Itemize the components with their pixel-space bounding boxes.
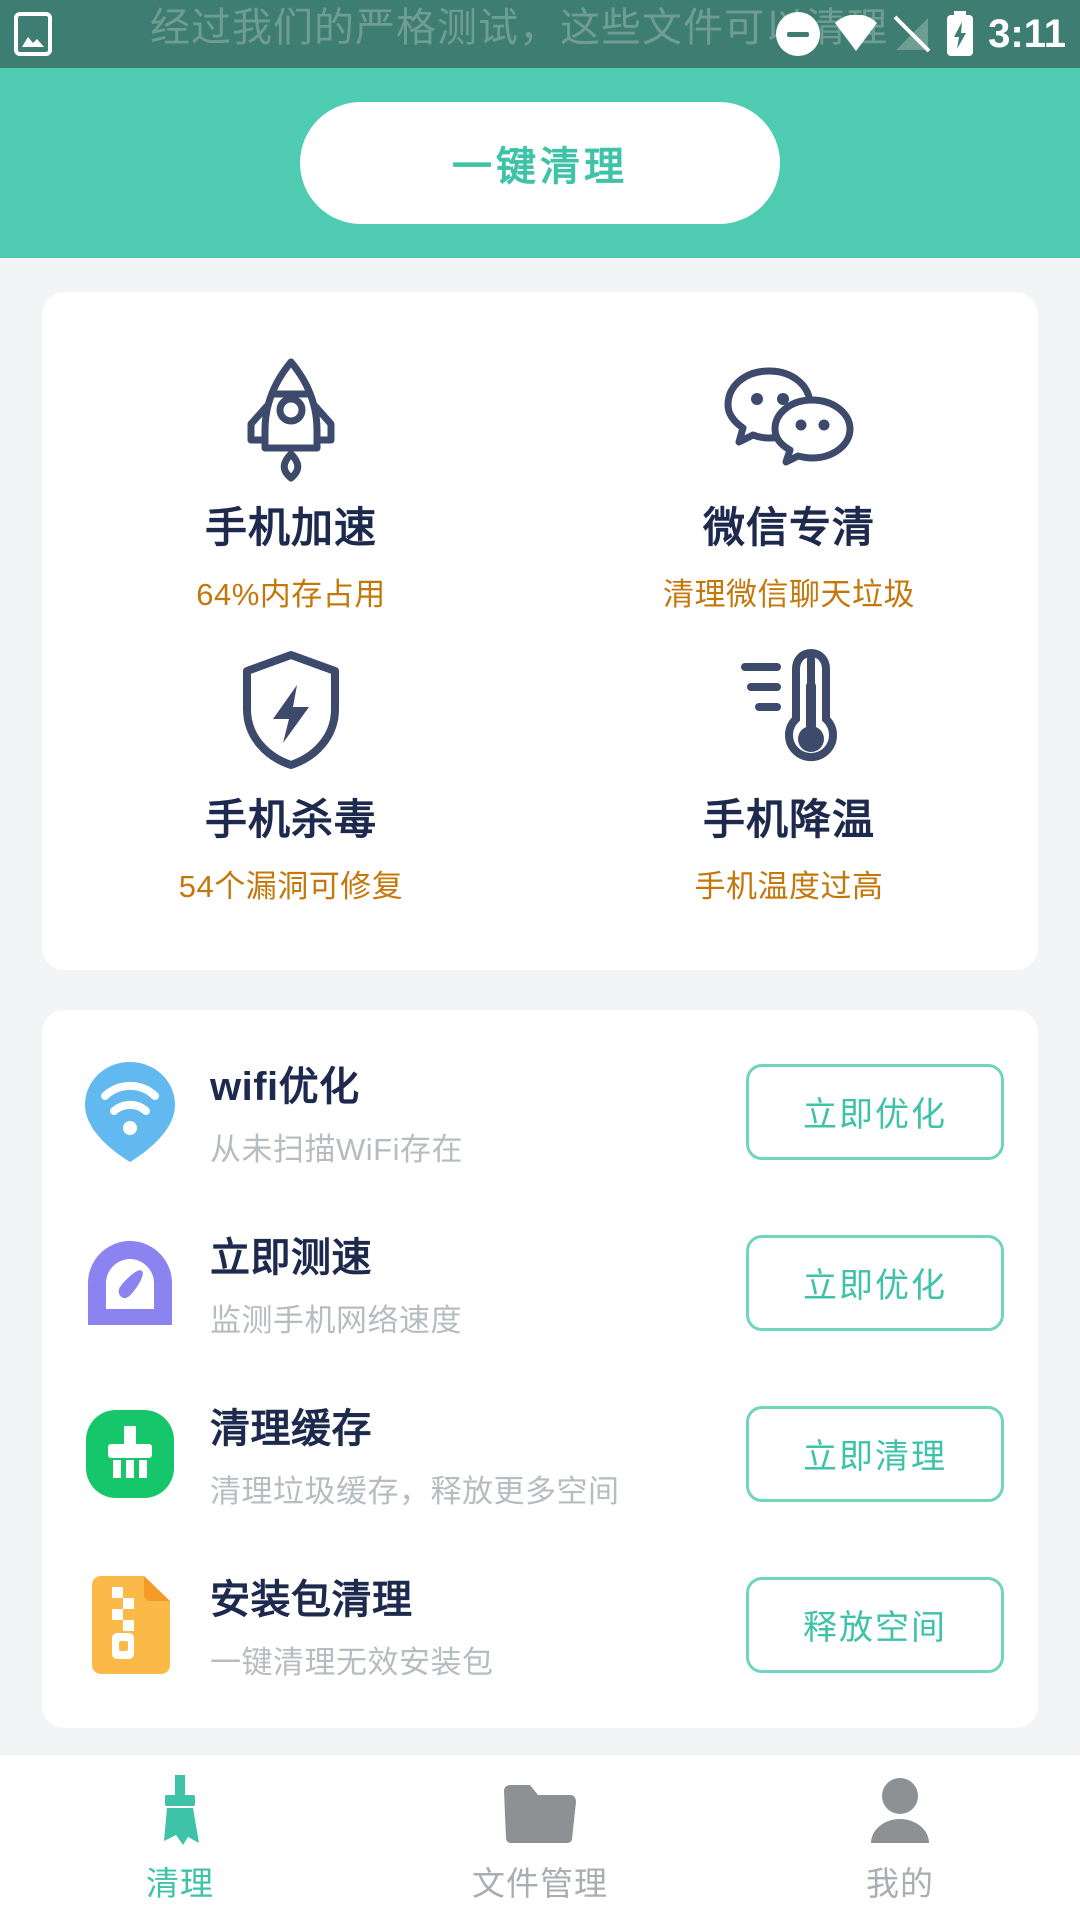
list-item-subtitle: 从未扫描WiFi存在 [210, 1132, 463, 1167]
signal-icon [893, 15, 931, 53]
rocket-icon [237, 354, 345, 482]
wifi-icon [835, 15, 878, 51]
feature-title: 手机杀毒 [204, 796, 377, 843]
wifi-pin-icon [76, 1058, 184, 1166]
feature-subtitle: 54个漏洞可修复 [178, 869, 404, 904]
feature-subtitle: 清理微信聊天垃圾 [663, 577, 915, 612]
list-item[interactable]: 清理缓存 清理垃圾缓存，释放更多空间 立即清理 [42, 1368, 1038, 1539]
nav-item-clean[interactable]: 清理 [0, 1771, 360, 1905]
feature-subtitle: 64%内存占用 [196, 577, 386, 612]
list-item-action-button[interactable]: 立即清理 [746, 1405, 1004, 1502]
list-item-text: 立即测速 监测手机网络速度 [184, 1225, 746, 1340]
status-bar-left [14, 12, 52, 56]
battery-charging-icon [947, 11, 974, 56]
do-not-disturb-icon [776, 12, 821, 56]
person-icon [869, 1771, 931, 1845]
list-item-subtitle: 一键清理无效安装包 [210, 1645, 494, 1680]
list-item[interactable]: 立即测速 监测手机网络速度 立即优化 [42, 1197, 1038, 1368]
list-item-subtitle: 监测手机网络速度 [210, 1303, 462, 1338]
broom-green-icon [76, 1400, 184, 1508]
broom-icon [150, 1771, 210, 1845]
list-item-subtitle: 清理垃圾缓存，释放更多空间 [210, 1474, 620, 1509]
feature-wechat-clean[interactable]: 微信专清 清理微信聊天垃圾 [540, 332, 1038, 624]
list-item-title: 立即测速 [210, 1236, 372, 1280]
feature-subtitle: 手机温度过高 [694, 869, 884, 904]
one-key-clean-button[interactable]: 一键清理 [300, 102, 780, 224]
status-bar: 经过我们的严格测试，这些文件可以清理 3:11 [0, 0, 1080, 68]
list-item-action-button[interactable]: 释放空间 [746, 1576, 1004, 1673]
feature-title: 微信专清 [702, 504, 875, 551]
list-item-text: wifi优化 从未扫描WiFi存在 [184, 1054, 746, 1169]
folder-icon [502, 1771, 578, 1845]
list-item-text: 安装包清理 一键清理无效安装包 [184, 1567, 746, 1682]
nav-item-label: 清理 [146, 1864, 214, 1902]
feature-title: 手机加速 [204, 504, 377, 551]
nav-item-label: 文件管理 [472, 1864, 608, 1902]
list-item[interactable]: wifi优化 从未扫描WiFi存在 立即优化 [42, 1026, 1038, 1197]
status-bar-right: 3:11 [776, 11, 1066, 57]
list-item-title: wifi优化 [210, 1065, 360, 1109]
feature-antivirus[interactable]: 手机杀毒 54个漏洞可修复 [42, 624, 540, 916]
list-item-title: 安装包清理 [210, 1578, 413, 1622]
nav-item-label: 我的 [866, 1864, 934, 1902]
speedometer-icon [76, 1229, 184, 1337]
feature-grid: 手机加速 64%内存占用 微信专清 清理微信聊天垃圾 手机杀毒 54个漏洞可修复… [42, 332, 1038, 916]
header-bar: 一键清理 [0, 68, 1080, 258]
list-item-title: 清理缓存 [210, 1407, 372, 1451]
list-item-text: 清理缓存 清理垃圾缓存，释放更多空间 [184, 1396, 746, 1511]
tools-list-card: wifi优化 从未扫描WiFi存在 立即优化 立即测速 监测手机网络速度 立即优… [42, 1010, 1038, 1728]
feature-cooldown[interactable]: 手机降温 手机温度过高 [540, 624, 1038, 916]
image-icon [14, 12, 52, 56]
feature-grid-card: 手机加速 64%内存占用 微信专清 清理微信聊天垃圾 手机杀毒 54个漏洞可修复… [42, 292, 1038, 970]
nav-item-file-manager[interactable]: 文件管理 [360, 1771, 720, 1905]
nav-item-profile[interactable]: 我的 [720, 1771, 1080, 1905]
list-item-action-button[interactable]: 立即优化 [746, 1063, 1004, 1160]
wechat-icon [724, 354, 854, 482]
zip-file-icon [76, 1571, 184, 1679]
feature-phone-boost[interactable]: 手机加速 64%内存占用 [42, 332, 540, 624]
list-item-action-button[interactable]: 立即优化 [746, 1234, 1004, 1331]
list-item[interactable]: 安装包清理 一键清理无效安装包 释放空间 [42, 1539, 1038, 1710]
feature-title: 手机降温 [702, 796, 875, 843]
bottom-navigation: 清理 文件管理 我的 [0, 1754, 1080, 1920]
shield-bolt-icon [239, 646, 343, 774]
thermometer-icon [729, 646, 849, 774]
status-time: 3:11 [988, 11, 1066, 56]
